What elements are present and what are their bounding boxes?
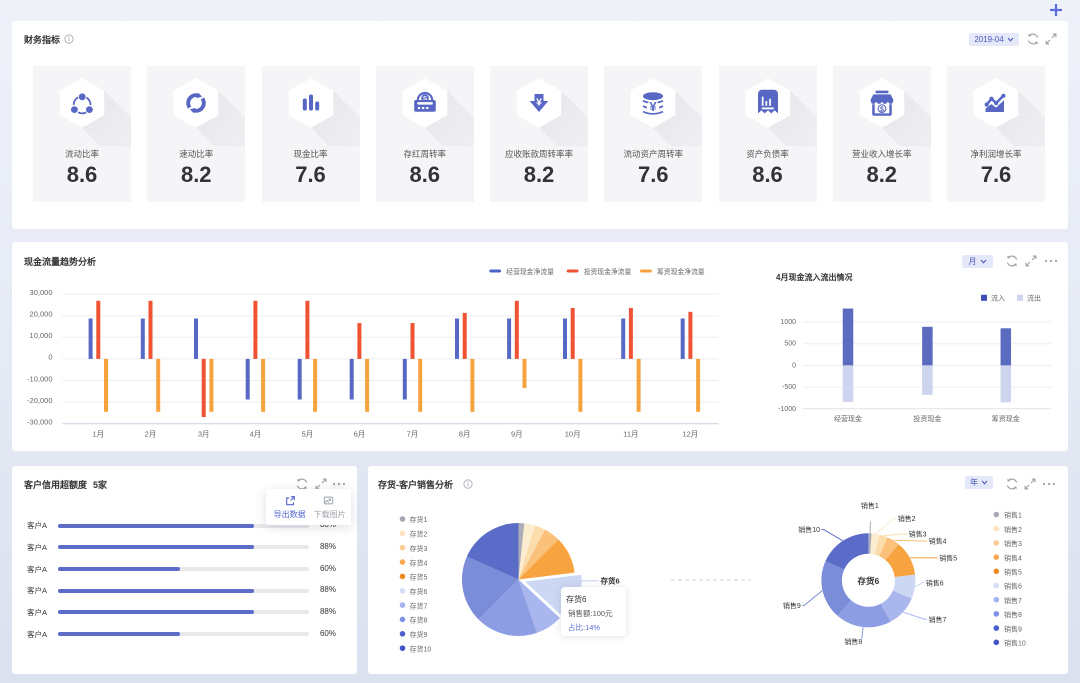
svg-text:销售6: 销售6 (926, 578, 944, 587)
svg-text:0: 0 (792, 362, 796, 369)
svg-text:20,000: 20,000 (30, 310, 53, 319)
svg-text:8月: 8月 (459, 430, 471, 439)
svg-text:¥: ¥ (536, 97, 542, 109)
svg-text:0: 0 (48, 353, 52, 362)
svg-text:存货6: 存货6 (600, 576, 620, 586)
svg-text:投资现金净流量: 投资现金净流量 (584, 267, 632, 276)
svg-text:销售1: 销售1 (1004, 511, 1022, 520)
svg-text:存货9: 存货9 (410, 630, 428, 639)
svg-text:存货7: 存货7 (410, 601, 428, 610)
svg-text:存货8: 存货8 (410, 616, 428, 625)
svg-text:7月: 7月 (407, 430, 419, 439)
svg-text:存货5: 存货5 (410, 573, 428, 582)
svg-text:1月: 1月 (92, 430, 104, 439)
svg-text:-1000: -1000 (778, 406, 796, 413)
svg-text:销售5: 销售5 (1004, 568, 1022, 577)
svg-text:销售2: 销售2 (1004, 525, 1022, 534)
svg-text:-30,000: -30,000 (27, 418, 52, 427)
svg-text:¥: ¥ (650, 99, 658, 114)
svg-text:筹资现金: 筹资现金 (992, 414, 1020, 423)
svg-text:存货2: 存货2 (410, 530, 428, 539)
svg-text:经营现金净流量: 经营现金净流量 (506, 267, 554, 276)
svg-text:10月: 10月 (565, 430, 581, 439)
svg-text:6月: 6月 (354, 430, 366, 439)
svg-text:9月: 9月 (511, 430, 523, 439)
svg-text:1000: 1000 (780, 319, 796, 326)
svg-text:$: $ (880, 106, 884, 113)
svg-text:存货10: 存货10 (410, 644, 432, 653)
svg-text:30,000: 30,000 (30, 288, 53, 297)
svg-text:存货6: 存货6 (857, 576, 880, 586)
svg-text:存货1: 存货1 (410, 515, 428, 524)
svg-text:销售7: 销售7 (1004, 596, 1022, 605)
svg-text:销售9: 销售9 (783, 601, 801, 610)
svg-text:经营现金: 经营现金 (834, 414, 862, 423)
svg-text:销售7: 销售7 (929, 615, 947, 624)
svg-text:筹资现金净流量: 筹资现金净流量 (657, 267, 705, 276)
svg-text:4月: 4月 (250, 430, 262, 439)
svg-text:销售9: 销售9 (1004, 624, 1022, 633)
svg-text:销售10: 销售10 (798, 525, 820, 534)
svg-text:销售8: 销售8 (844, 637, 862, 646)
svg-text:销售4: 销售4 (929, 537, 947, 546)
svg-text:2月: 2月 (145, 430, 157, 439)
svg-text:流入: 流入 (991, 293, 1005, 302)
svg-text:流出: 流出 (1027, 293, 1041, 302)
svg-text:销售8: 销售8 (1004, 610, 1022, 619)
svg-text:销售3: 销售3 (1004, 539, 1022, 548)
svg-text:12月: 12月 (682, 430, 698, 439)
svg-text:3月: 3月 (198, 430, 210, 439)
svg-text:11月: 11月 (623, 430, 638, 439)
svg-text:-20,000: -20,000 (27, 396, 52, 405)
svg-text:销售10: 销售10 (1004, 639, 1026, 648)
svg-text:销售2: 销售2 (898, 514, 916, 523)
svg-text:销售6: 销售6 (1004, 582, 1022, 591)
svg-text:销售1: 销售1 (861, 501, 879, 510)
svg-text:销售4: 销售4 (1004, 553, 1022, 562)
svg-text:销售3: 销售3 (909, 529, 927, 538)
svg-text:-10,000: -10,000 (27, 374, 52, 383)
svg-text:5月: 5月 (302, 430, 314, 439)
svg-text:存货3: 存货3 (410, 544, 428, 553)
svg-text:-500: -500 (782, 384, 796, 391)
svg-text:存货4: 存货4 (410, 558, 428, 567)
svg-text:存货6: 存货6 (410, 587, 428, 596)
svg-text:500: 500 (784, 341, 796, 348)
svg-text:投资现金: 投资现金 (913, 414, 941, 423)
svg-text:10,000: 10,000 (30, 331, 53, 340)
svg-text:销售5: 销售5 (939, 553, 957, 562)
